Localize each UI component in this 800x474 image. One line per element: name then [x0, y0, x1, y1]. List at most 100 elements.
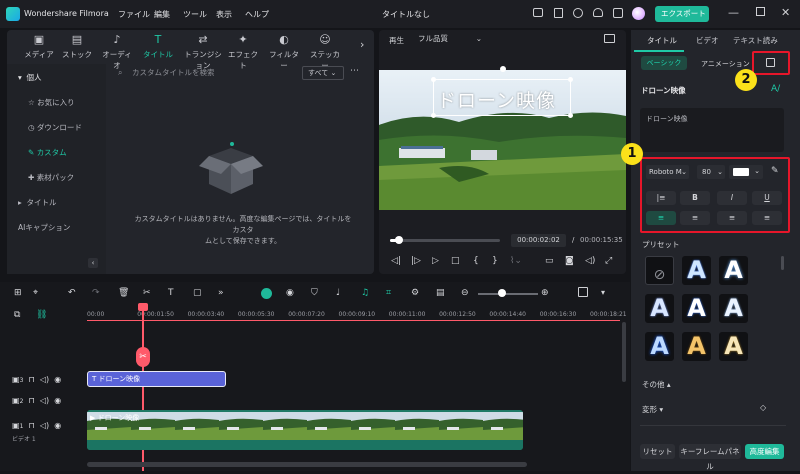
transform-section[interactable]: 変形 ▾: [642, 404, 663, 415]
sidebar-item-favorites[interactable]: ☆ お気に入り: [28, 97, 75, 108]
sidebar-item-ai-caption[interactable]: AIキャプション: [18, 222, 70, 233]
sidebar-item-custom[interactable]: ✎ カスタム: [28, 147, 67, 158]
snap-toggle-icon[interactable]: [261, 288, 272, 299]
align-center-button[interactable]: ≡: [680, 211, 710, 225]
grid-icon[interactable]: ⊞: [14, 288, 22, 298]
prev-frame-icon[interactable]: ◁|: [391, 256, 401, 266]
preset-item[interactable]: A: [682, 294, 711, 323]
save-icon[interactable]: [554, 8, 563, 18]
shield-icon[interactable]: ⛉: [311, 288, 318, 298]
notification-icon[interactable]: [613, 8, 623, 18]
volume-icon[interactable]: ◁): [585, 256, 595, 266]
stop-icon[interactable]: □: [451, 256, 460, 266]
link-icon[interactable]: ⛓: [36, 310, 47, 320]
select-tool-icon[interactable]: ⌖: [33, 288, 38, 298]
preset-none[interactable]: ⊘: [645, 256, 674, 285]
sidebar-item-title[interactable]: ▸ タイトル: [18, 197, 57, 208]
split-marker-icon[interactable]: ✂: [136, 347, 150, 367]
save-custom-icon[interactable]: [766, 58, 775, 67]
title-clip[interactable]: T ドローン映像: [87, 371, 226, 387]
chevron-right-icon[interactable]: ›: [360, 38, 364, 51]
tab-text-to-speech[interactable]: テキスト読み: [733, 35, 778, 46]
speaker-icon[interactable]: ◁): [40, 375, 49, 384]
eye-icon[interactable]: ◉: [54, 375, 61, 384]
lock-icon[interactable]: ⊓: [28, 421, 34, 430]
tab-media[interactable]: ▣ メディア: [22, 33, 56, 60]
resize-handle-icon[interactable]: [568, 77, 573, 82]
collapse-sidebar-icon[interactable]: ‹: [88, 258, 98, 268]
subtab-animation[interactable]: アニメーション: [701, 59, 750, 69]
speaker-icon[interactable]: ◁): [40, 421, 49, 430]
audio-mix-icon[interactable]: ♫: [361, 288, 369, 298]
italic-button[interactable]: I: [717, 191, 747, 205]
other-section[interactable]: その他 ▴: [642, 379, 671, 390]
zoom-slider[interactable]: [478, 293, 538, 295]
subtab-basic[interactable]: ベーシック: [641, 56, 687, 70]
quality-dropdown[interactable]: フル品質 ⌄: [414, 32, 486, 46]
justify-button[interactable]: ≡: [752, 211, 782, 225]
lock-icon[interactable]: ⊓: [28, 396, 34, 405]
menu-file[interactable]: ファイル: [118, 9, 150, 20]
zoom-slider-knob[interactable]: [498, 289, 506, 297]
export-button[interactable]: エクスポート ⌄: [655, 6, 709, 34]
timeline-horizontal-scrollbar[interactable]: [87, 462, 527, 467]
tab-stock[interactable]: ▤ ストック: [60, 33, 94, 60]
menu-help[interactable]: ヘルプ: [245, 9, 269, 20]
headset-icon[interactable]: [593, 8, 603, 17]
redo-icon[interactable]: ↷: [92, 288, 100, 298]
play-icon[interactable]: ▷: [432, 256, 439, 266]
filter-dropdown[interactable]: すべて ⌄: [302, 66, 344, 80]
mark-out-icon[interactable]: }: [492, 256, 498, 266]
cut-icon[interactable]: ✂: [143, 288, 151, 298]
lock-icon[interactable]: ⊓: [28, 375, 34, 384]
playhead-handle-icon[interactable]: [138, 303, 148, 311]
timeline-vertical-scrollbar[interactable]: [622, 322, 626, 382]
letter-spacing-button[interactable]: |≡: [646, 191, 676, 205]
cloud-upload-icon[interactable]: [573, 8, 583, 18]
camera-icon[interactable]: ◙: [565, 256, 574, 266]
align-right-button[interactable]: ≡: [717, 211, 747, 225]
undo-icon[interactable]: ↶: [68, 288, 76, 298]
ai-text-icon[interactable]: A∕: [771, 84, 780, 94]
playback-progress-track[interactable]: [390, 239, 500, 242]
overlay-title-text[interactable]: ドローン映像: [437, 86, 556, 113]
crop-icon[interactable]: ▢: [193, 288, 202, 298]
split-icon[interactable]: ⌇⌄: [510, 256, 522, 266]
display-icon[interactable]: ▭: [545, 256, 554, 266]
avatar[interactable]: [632, 7, 645, 20]
eyedropper-icon[interactable]: ✎: [771, 166, 779, 176]
delete-icon[interactable]: 🗑: [118, 288, 129, 298]
resize-handle-icon[interactable]: [431, 77, 436, 82]
close-icon[interactable]: ✕: [781, 6, 790, 19]
video-clip[interactable]: ▶ ドローン映像: [87, 410, 523, 450]
preset-item[interactable]: A: [645, 332, 674, 361]
microphone-icon[interactable]: ♩: [336, 288, 340, 298]
layout-icon[interactable]: [578, 287, 588, 297]
text-color-picker[interactable]: ⌄: [729, 165, 763, 179]
preset-item[interactable]: A: [719, 294, 748, 323]
add-track-icon[interactable]: ⧉: [14, 310, 20, 320]
minimize-icon[interactable]: —: [728, 6, 739, 19]
rotate-handle-icon[interactable]: [500, 66, 506, 72]
chevron-down-icon[interactable]: ▾: [601, 288, 605, 297]
marker-icon[interactable]: ⌗: [386, 288, 391, 298]
mark-in-icon[interactable]: {: [473, 256, 479, 266]
search-input[interactable]: カスタムタイトルを検索: [132, 65, 320, 81]
eye-icon[interactable]: ◉: [54, 396, 61, 405]
text-tool-icon[interactable]: T: [168, 288, 174, 298]
monitor-icon[interactable]: [533, 8, 543, 17]
maximize-icon[interactable]: [756, 7, 765, 16]
keyframe-panel-button[interactable]: キーフレームパネル: [679, 444, 741, 471]
next-frame-icon[interactable]: |▷: [411, 256, 421, 266]
current-time[interactable]: 00:00:02:02: [511, 234, 566, 247]
menu-tools[interactable]: ツール: [183, 9, 207, 20]
menu-view[interactable]: 表示: [216, 9, 232, 20]
preset-item[interactable]: A: [682, 332, 711, 361]
preset-scrollbar[interactable]: [781, 256, 784, 270]
resize-handle-icon[interactable]: [431, 113, 436, 118]
tab-video[interactable]: ビデオ: [696, 35, 719, 46]
preset-item[interactable]: A: [645, 294, 674, 323]
more-icon[interactable]: ⋯: [350, 66, 359, 76]
ai-tool-icon[interactable]: ⚙: [411, 288, 419, 298]
render-icon[interactable]: ◉: [286, 288, 294, 298]
